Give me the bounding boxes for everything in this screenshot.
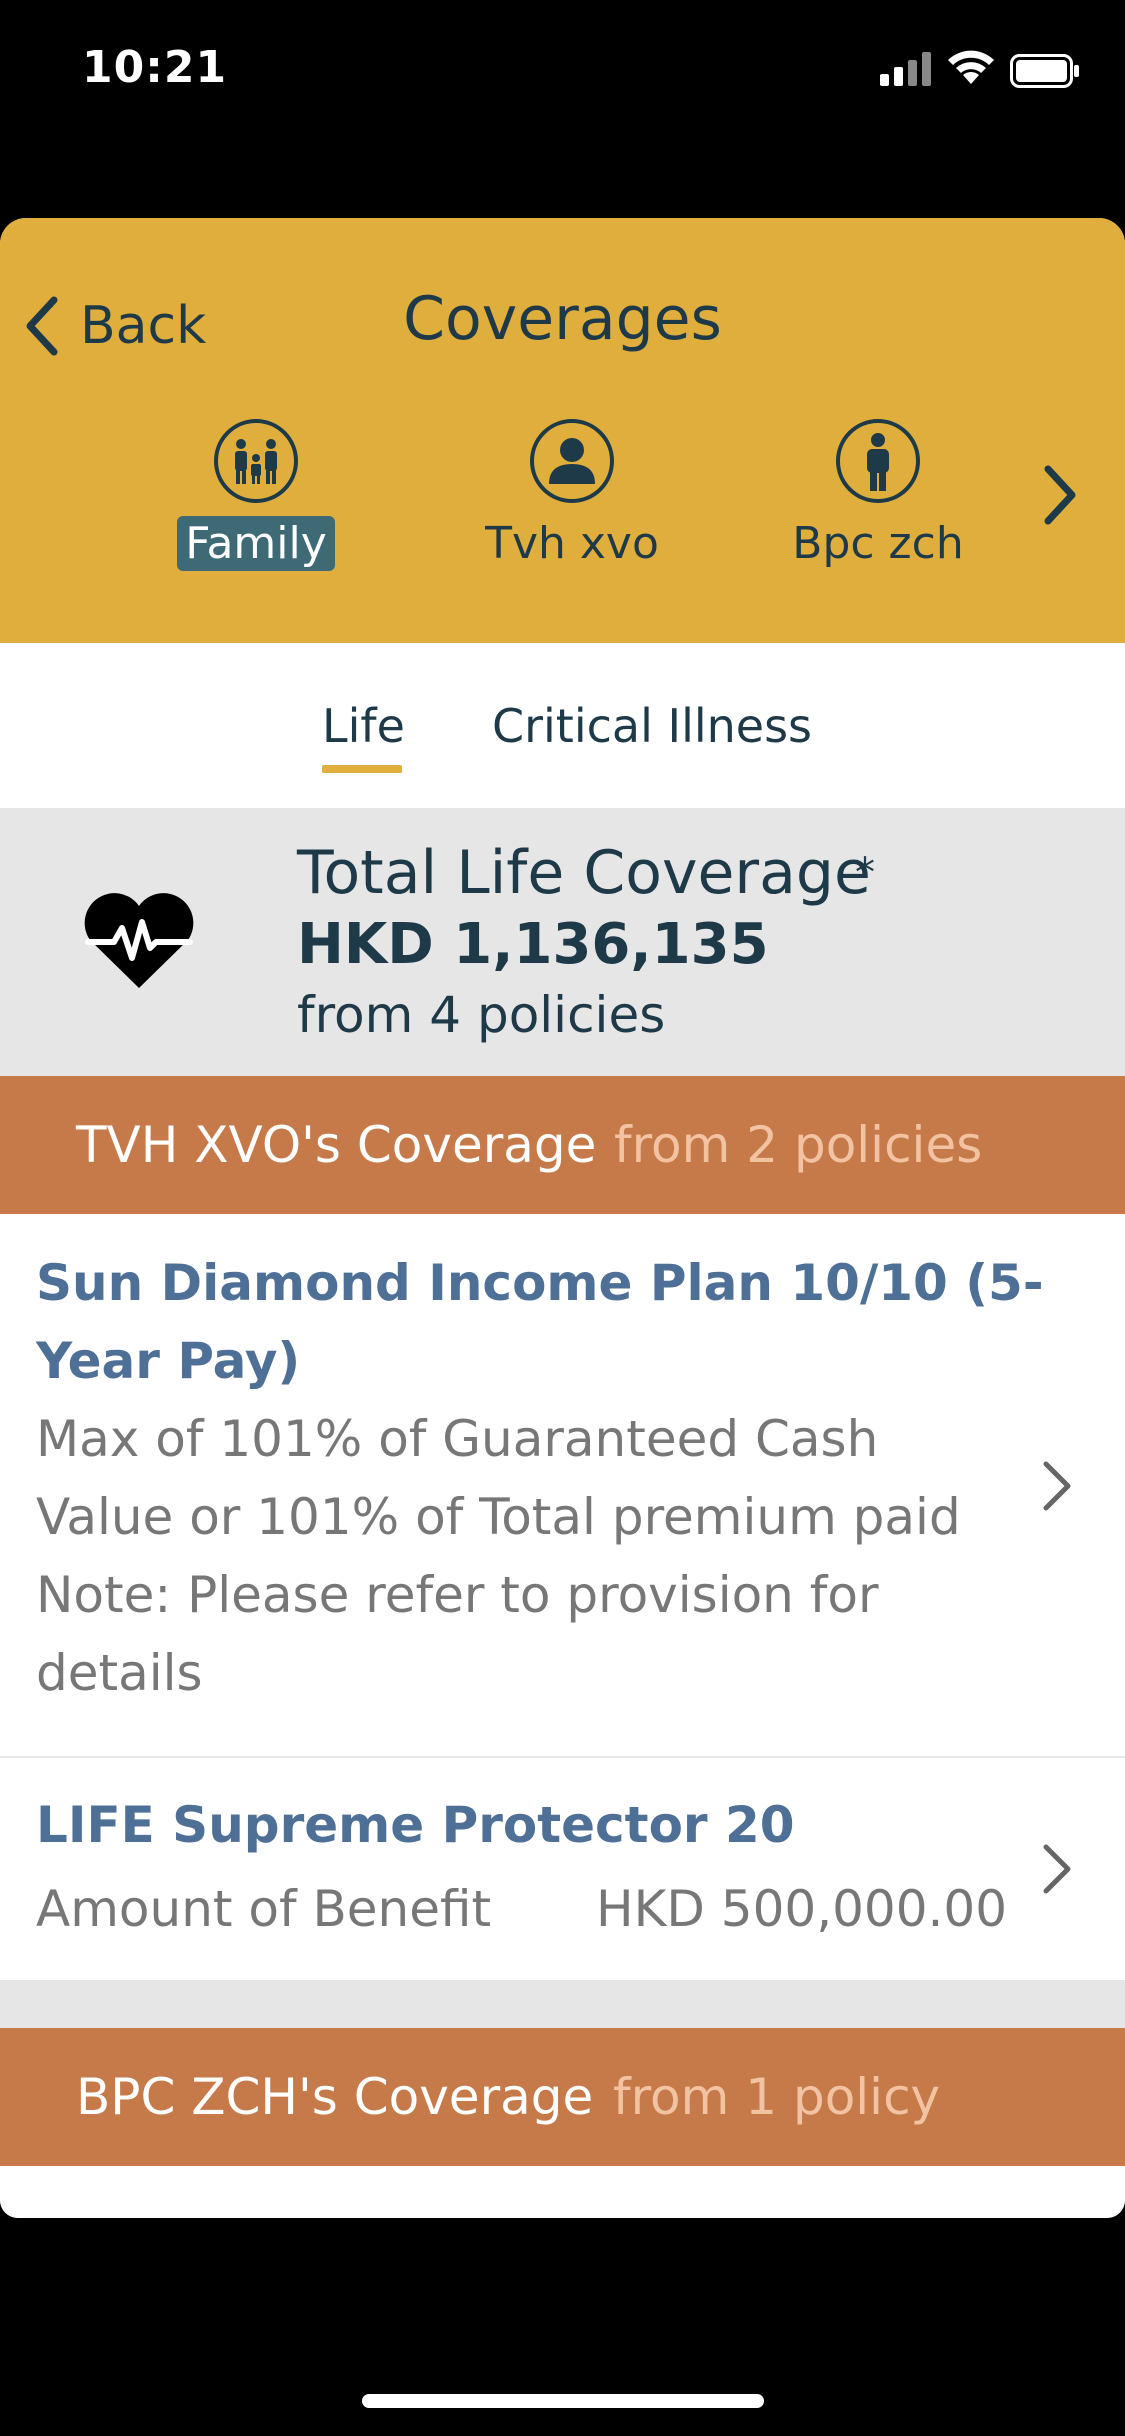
person-standing-icon — [836, 419, 920, 503]
active-tab-indicator — [322, 765, 402, 773]
summary-asterisk: * — [855, 850, 875, 896]
coverage-summary: Total Life Coverage * HKD 1,136,135 from… — [0, 810, 1125, 1076]
policy-name: Sun Diamond Income Plan 10/10 (5- — [36, 1254, 1044, 1312]
policy-description: details — [36, 1644, 203, 1702]
app-screen: Back Coverages Family Tvh xvo Bpc zch Li… — [0, 218, 1125, 2218]
policy-item[interactable]: Sun Diamond Income Plan 10/10 (5- Year P… — [0, 1214, 1125, 1756]
summary-amount: HKD 1,136,135 — [297, 912, 769, 977]
policy-name-continued: Year Pay) — [36, 1332, 301, 1390]
coverage-section-header: TVH XVO's Coverage from 2 policies — [0, 1076, 1125, 1214]
member-selector: Family Tvh xvo Bpc zch — [0, 418, 1125, 618]
page-title: Coverages — [403, 284, 722, 354]
coverage-policy-count: from 1 policy — [613, 2068, 941, 2126]
coverage-owner: TVH XVO's Coverage — [76, 1116, 597, 1174]
policy-description: Max of 101% of Guaranteed Cash — [36, 1410, 879, 1468]
status-bar: 10:21 — [0, 0, 1125, 140]
heart-rate-icon — [84, 893, 194, 988]
chevron-right-icon — [1043, 1844, 1071, 1894]
cellular-signal-icon — [880, 52, 931, 86]
member-tvh-xvo[interactable]: Tvh xvo — [472, 418, 672, 571]
benefit-label: Amount of Benefit — [36, 1880, 492, 1938]
policy-name: LIFE Supreme Protector 20 — [36, 1796, 795, 1854]
member-family[interactable]: Family — [156, 418, 356, 571]
coverage-policy-count: from 2 policies — [614, 1116, 983, 1174]
person-icon — [530, 419, 614, 503]
coverage-owner: BPC ZCH's Coverage — [76, 2068, 594, 2126]
member-label: Tvh xvo — [485, 518, 659, 569]
chevron-right-icon — [1043, 1461, 1071, 1511]
status-time: 10:21 — [82, 42, 228, 93]
policy-description: Value or 101% of Total premium paid — [36, 1488, 961, 1546]
home-indicator — [362, 2394, 764, 2408]
policy-description: Note: Please refer to provision for — [36, 1566, 879, 1624]
member-bpc-zch[interactable]: Bpc zch — [778, 418, 978, 571]
policy-list-continuation — [0, 2166, 1125, 2218]
wifi-icon — [948, 50, 994, 84]
benefit-amount: HKD 500,000.00 — [596, 1880, 1008, 1938]
tab-critical-illness[interactable]: Critical Illness — [492, 699, 812, 753]
summary-policy-count: from 4 policies — [297, 986, 666, 1044]
tab-life[interactable]: Life — [322, 699, 405, 753]
family-icon — [214, 419, 298, 503]
member-label: Bpc zch — [792, 518, 964, 569]
battery-icon — [1010, 54, 1079, 88]
chevron-right-icon[interactable] — [1040, 463, 1080, 527]
member-label: Family — [177, 516, 335, 571]
policy-item[interactable]: LIFE Supreme Protector 20 Amount of Bene… — [0, 1758, 1125, 1980]
header: Back Coverages Family Tvh xvo Bpc zch — [0, 218, 1125, 643]
summary-title: Total Life Coverage — [297, 838, 871, 908]
coverage-tabs: Life Critical Illness — [0, 643, 1125, 808]
coverage-section-header: BPC ZCH's Coverage from 1 policy — [0, 2028, 1125, 2166]
